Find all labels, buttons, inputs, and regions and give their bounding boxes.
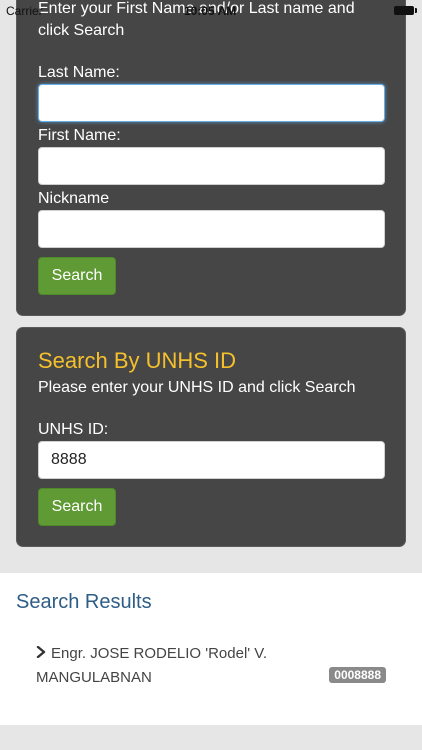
unhs-id-input[interactable] xyxy=(38,441,385,479)
status-time: 10:05 AM xyxy=(184,4,237,18)
first-name-input[interactable] xyxy=(38,147,385,185)
id-badge: 0008888 xyxy=(329,667,386,683)
last-name-label: Last Name: xyxy=(38,64,120,81)
id-search-subtitle: Please enter your UNHS ID and click Sear… xyxy=(38,379,356,396)
result-name: Engr. JOSE RODELIO 'Rodel' V. MANGULABNA… xyxy=(36,645,268,686)
search-results-title: Search Results xyxy=(16,591,152,613)
result-item[interactable]: Engr. JOSE RODELIO 'Rodel' V. MANGULABNA… xyxy=(36,642,386,692)
unhs-id-label: UNHS ID: xyxy=(38,421,109,438)
carrier-label: Carrier xyxy=(6,4,43,18)
last-name-input[interactable] xyxy=(38,84,385,122)
nickname-label: Nickname xyxy=(38,190,110,207)
name-search-panel: Enter your First Name and/or Last name a… xyxy=(16,0,406,316)
battery-icon xyxy=(394,6,417,15)
name-search-button[interactable]: Search xyxy=(38,257,116,295)
nickname-input[interactable] xyxy=(38,210,385,248)
id-search-panel: Search By UNHS ID Please enter your UNHS… xyxy=(16,327,406,547)
status-bar: Carrier 10:05 AM xyxy=(0,0,422,20)
id-search-button[interactable]: Search xyxy=(38,488,116,526)
search-results-section: Search Results Engr. JOSE RODELIO 'Rodel… xyxy=(0,573,422,725)
id-search-title: Search By UNHS ID xyxy=(38,348,237,373)
first-name-label: First Name: xyxy=(38,127,121,144)
